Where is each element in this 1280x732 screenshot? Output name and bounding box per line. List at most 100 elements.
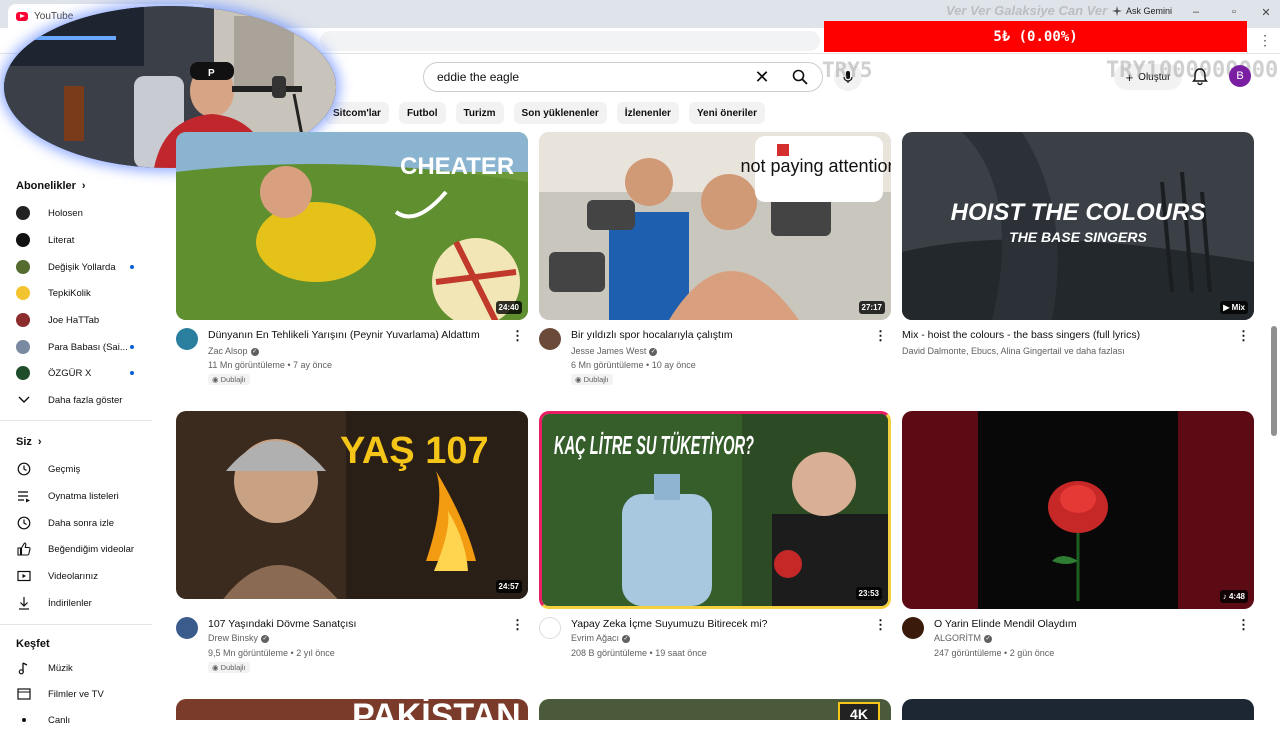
video-thumbnail[interactable]: CHEATER 24:40	[176, 132, 528, 320]
channel-avatar[interactable]	[539, 328, 561, 350]
dubbed-badge: ◉ Dublajlı	[208, 374, 250, 385]
video-thumbnail[interactable]: not paying attention 27:17	[539, 132, 891, 320]
sidebar-sub-ozgur-x[interactable]: ÖZGÜR X	[16, 361, 156, 385]
video-thumbnail[interactable]: KAÇ LİTRE SU TÜKETİYOR? 23:53	[539, 411, 891, 609]
video-thumbnail[interactable]: PAKİSTAN	[176, 699, 528, 720]
channel-avatar	[16, 206, 30, 220]
more-options-icon[interactable]: ⋮	[874, 617, 887, 633]
address-bar[interactable]	[320, 31, 820, 51]
sidebar-item-label: Müzik	[48, 662, 73, 674]
verified-icon: ✓	[250, 347, 259, 356]
divider	[0, 420, 152, 421]
gemini-icon	[1112, 6, 1122, 16]
video-thumbnail[interactable]: ♪ 4:48	[902, 411, 1254, 609]
more-options-icon[interactable]: ⋮	[511, 328, 524, 344]
video-duration: 27:17	[858, 301, 885, 314]
dubbed-icon: ◉	[575, 375, 584, 384]
video-thumbnail[interactable]: 4K	[539, 699, 891, 720]
sidebar-item-live[interactable]: Canlı	[16, 708, 156, 732]
minimize-icon[interactable]: –	[1186, 6, 1206, 18]
sidebar-sub-literat[interactable]: Literat	[16, 228, 156, 252]
svg-text:P: P	[208, 68, 215, 79]
verified-icon: ✓	[984, 634, 993, 643]
channel-name[interactable]: Jesse James West ✓	[571, 346, 658, 356]
page-scrollbar[interactable]	[1271, 326, 1277, 436]
video-duration: 4:48	[1228, 592, 1245, 601]
new-content-dot	[130, 345, 134, 349]
subscriptions-title: Abonelikler	[16, 180, 76, 192]
sidebar-item-movies-tv[interactable]: Filmler ve TV	[16, 682, 156, 706]
sidebar-item-music[interactable]: Müzik	[16, 656, 156, 680]
maximize-icon[interactable]: ▫	[1224, 6, 1244, 18]
channel-avatar[interactable]	[539, 617, 561, 639]
channel-name-text: Drew Binsky	[208, 633, 259, 643]
show-more-button[interactable]: Daha fazla göster	[16, 388, 156, 412]
more-options-icon[interactable]: ⋮	[874, 328, 887, 344]
mix-icon: ▶	[1223, 303, 1232, 312]
sidebar-sub-para-babasi[interactable]: Para Babası (Sai...	[16, 335, 156, 359]
more-options-icon[interactable]: ⋮	[511, 617, 524, 633]
chip-yeni-oneriler[interactable]: Yeni öneriler	[688, 102, 765, 124]
stream-marquee-text: Ver Ver Galaksiye Can Ver	[946, 3, 1108, 18]
video-title[interactable]: Bir yıldızlı spor hocalarıyla çalıştım	[571, 329, 733, 341]
chip-sitcoms[interactable]: Sitcom'lar	[325, 102, 389, 124]
sidebar-item-liked-videos[interactable]: Beğendiğim videolar	[16, 537, 156, 561]
video-title[interactable]: 107 Yaşındaki Dövme Sanatçısı	[208, 618, 356, 630]
channel-avatar[interactable]	[176, 617, 198, 639]
video-thumbnail[interactable]: HOIST THE COLOURS THE BASE SINGERS ▶ Mix	[902, 132, 1254, 320]
channel-name[interactable]: Drew Binsky ✓	[208, 633, 270, 643]
chip-futbol[interactable]: Futbol	[398, 102, 446, 124]
profile-avatar[interactable]: B	[1229, 65, 1251, 87]
chevron-down-icon	[16, 392, 32, 408]
sidebar-item-label: TepkiKolik	[48, 287, 91, 299]
thumbs-up-icon	[16, 541, 32, 557]
video-thumbnail[interactable]: YAŞ 107 24:57	[176, 411, 528, 599]
clear-search-icon[interactable]: ✕	[748, 67, 776, 88]
video-title[interactable]: O Yarin Elinde Mendil Olaydım	[934, 618, 1077, 630]
chip-turizm[interactable]: Turizm	[455, 102, 504, 124]
channel-name[interactable]: Zac Alsop ✓	[208, 346, 259, 356]
thumbnail-text: not paying attention	[740, 156, 891, 176]
audio-duration: ♪ 4:48	[1219, 590, 1248, 603]
sidebar-sub-degisik-yollarda[interactable]: Değişik Yollarda	[16, 255, 156, 279]
video-title[interactable]: Dünyanın En Tehlikeli Yarışını (Peynir Y…	[208, 329, 480, 341]
channel-name[interactable]: Evrim Ağacı ✓	[571, 633, 631, 643]
more-options-icon[interactable]: ⋮	[1237, 617, 1250, 633]
close-window-icon[interactable]: ✕	[1256, 6, 1276, 19]
sidebar-item-label: Holosen	[48, 207, 83, 219]
mix-channels[interactable]: David Dalmonte, Ebucs, Alina Gingertail …	[902, 346, 1125, 356]
chevron-right-icon: ›	[37, 436, 42, 448]
sidebar-item-downloads[interactable]: İndirilenler	[16, 591, 156, 615]
sidebar-sub-holosen[interactable]: Holosen	[16, 201, 156, 225]
thumbnail-text: PAKİSTAN	[352, 699, 521, 720]
thumbnail-text: KAÇ LİTRE SU TÜKETİYOR?	[554, 430, 754, 460]
sidebar-item-history[interactable]: Geçmiş	[16, 457, 156, 481]
video-thumbnail[interactable]	[902, 699, 1254, 720]
video-title[interactable]: Yapay Zeka İçme Suyumuzu Bitirecek mi?	[571, 618, 767, 630]
sidebar-item-your-videos[interactable]: Videolarınız	[16, 564, 156, 588]
channel-avatar[interactable]	[902, 617, 924, 639]
sidebar-sub-tepkikolik[interactable]: TepkiKolik	[16, 281, 156, 305]
channel-avatar[interactable]	[176, 328, 198, 350]
chip-son-yuklenenler[interactable]: Son yüklenenler	[513, 102, 607, 124]
sidebar-item-watch-later[interactable]: Daha sonra izle	[16, 511, 156, 535]
search-button[interactable]	[776, 63, 822, 91]
thumbnail-text: CHEATER	[400, 153, 514, 180]
channel-name[interactable]: ALGORİTM ✓	[934, 633, 993, 643]
sidebar-sub-joe-hattab[interactable]: Joe HaTTab	[16, 308, 156, 332]
new-content-dot	[130, 371, 134, 375]
more-options-icon[interactable]: ⋮	[1237, 328, 1250, 344]
you-header[interactable]: Siz ›	[16, 436, 42, 448]
explore-title: Keşfet	[16, 638, 50, 650]
overlay-try5-text: TRY5	[822, 58, 873, 82]
subscriptions-header[interactable]: Abonelikler ›	[16, 180, 86, 192]
notifications-bell-icon[interactable]	[1190, 66, 1212, 88]
dubbed-badge: ◉ Dublajlı	[208, 662, 250, 673]
sidebar-item-playlists[interactable]: Oynatma listeleri	[16, 484, 156, 508]
ask-gemini-button[interactable]: Ask Gemini	[1112, 6, 1172, 16]
video-title[interactable]: Mix - hoist the colours - the bass singe…	[902, 329, 1140, 341]
chip-izlenenler[interactable]: İzlenenler	[616, 102, 679, 124]
search-input[interactable]: eddie the eagle	[424, 70, 748, 84]
browser-menu-icon[interactable]: ⋮	[1258, 32, 1272, 49]
search-box[interactable]: eddie the eagle ✕	[423, 62, 823, 92]
